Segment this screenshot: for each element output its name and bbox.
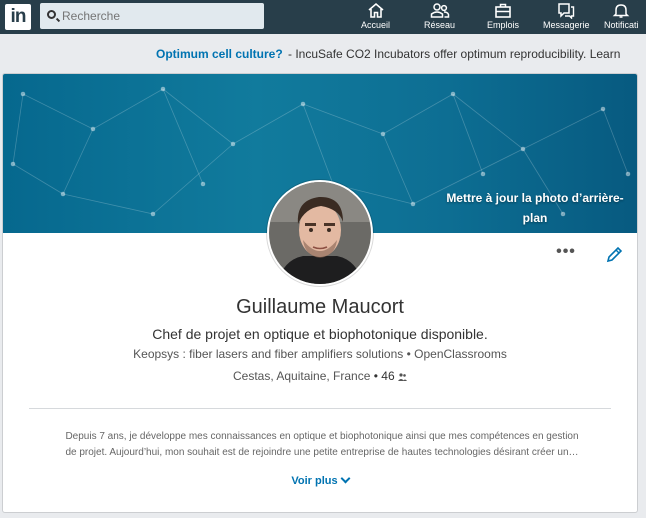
profile-photo (269, 182, 371, 284)
nav-item-label: Accueil (361, 20, 391, 30)
ad-headline[interactable]: Optimum cell culture? (156, 44, 283, 64)
see-more-button[interactable]: Voir plus (3, 473, 637, 487)
profile-headline: Chef de projet en optique et biophotoniq… (152, 326, 488, 342)
profile-company-line[interactable]: Keopsys : fiber lasers and fiber amplifi… (3, 347, 637, 361)
network-icon (430, 3, 449, 18)
ad-text[interactable]: - IncuSafe CO2 Incubators offer optimum … (288, 44, 620, 64)
search-icon (47, 10, 56, 19)
update-background-photo-button[interactable]: Mettre à jour la photo d’arrière-plan (437, 188, 633, 228)
nav-item-jobs[interactable]: Emplois (487, 2, 519, 30)
ad-banner[interactable]: Optimum cell culture? - IncuSafe CO2 Inc… (0, 44, 646, 64)
profile-summary: Depuis 7 ans, je développe mes connaissa… (32, 429, 612, 461)
search-box[interactable] (40, 3, 264, 29)
profile-card: Mettre à jour la photo d’arrière-plan ••… (3, 74, 637, 512)
profile-name: Guillaume Maucort (236, 296, 404, 318)
summary-line: de projet. Aujourd’hui, mon souhait est … (65, 447, 579, 458)
divider (29, 408, 611, 409)
nav-item-messaging[interactable]: Messagerie (543, 2, 590, 30)
nav-item-label: Notificati (604, 20, 639, 30)
chevron-down-icon (340, 473, 351, 484)
linkedin-logo[interactable]: in (5, 4, 31, 30)
profile-location: Cestas, Aquitaine, France (233, 369, 371, 383)
avatar[interactable] (267, 180, 373, 286)
connections-icon (398, 373, 407, 381)
connections-count[interactable]: • 46 (374, 369, 407, 383)
notifications-icon (612, 4, 630, 18)
messaging-icon (558, 3, 575, 19)
profile-location-row: Cestas, Aquitaine, France • 46 (3, 369, 637, 383)
top-nav: in Accueil Réseau Emplois Messagerie (0, 0, 646, 34)
connections-count-value: • 46 (373, 369, 395, 383)
nav-item-label: Emplois (487, 20, 520, 30)
nav-item-label: Réseau (424, 20, 456, 30)
jobs-icon (495, 3, 511, 18)
more-actions-button[interactable]: ••• (554, 244, 578, 264)
home-icon (367, 2, 384, 18)
nav-item-home[interactable]: Accueil (361, 2, 390, 30)
search-input[interactable] (62, 3, 258, 29)
nav-item-notifications[interactable]: Notificati (604, 2, 639, 30)
summary-line: Depuis 7 ans, je développe mes connaissa… (65, 431, 579, 442)
see-more-label: Voir plus (291, 475, 338, 487)
nav-item-network[interactable]: Réseau (424, 2, 455, 30)
edit-pencil-icon[interactable] (605, 246, 623, 264)
nav-item-label: Messagerie (543, 20, 590, 30)
